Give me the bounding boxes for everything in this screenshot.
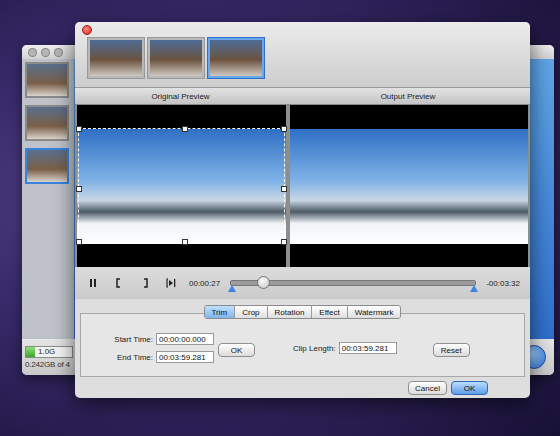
player-controls: 00:00:27 -00:03:32 (75, 267, 530, 299)
video-frame (290, 129, 528, 244)
storage-caption: 0.242GB of 4 (25, 360, 75, 369)
mark-in-icon (113, 277, 125, 289)
clip-length: Clip Length: (293, 342, 397, 354)
crop-handle[interactable] (182, 239, 188, 245)
clip-length-label: Clip Length: (293, 344, 336, 353)
start-marker[interactable] (228, 285, 236, 292)
video-list (22, 59, 74, 339)
end-time-label: End Time: (85, 353, 153, 362)
clip-thumbnail[interactable] (147, 37, 205, 79)
tab[interactable]: Crop (234, 306, 266, 318)
preview-headings: Original PreviewOutput Preview (75, 88, 530, 105)
zoom-light[interactable] (54, 48, 63, 57)
end-marker[interactable] (470, 285, 478, 292)
clip-thumbnail[interactable] (207, 37, 265, 79)
crop-handle[interactable] (76, 126, 82, 132)
title-bar (75, 22, 530, 88)
preview-pane (290, 105, 528, 267)
previews (75, 105, 530, 267)
next-frame-icon (165, 277, 177, 289)
storage-reading: 1.0G (38, 347, 55, 357)
crop-frame[interactable] (78, 128, 285, 243)
tab[interactable]: Trim (205, 306, 235, 318)
preview-heading: Output Preview (286, 92, 530, 101)
reset-button[interactable]: Reset (433, 343, 470, 357)
crop-handle[interactable] (281, 126, 287, 132)
edit-tabs: TrimCropRotationEffectWatermark (204, 305, 402, 319)
end-time-field[interactable] (156, 351, 214, 363)
clip-length-field[interactable] (339, 342, 397, 354)
mark-in-button[interactable] (111, 275, 127, 291)
start-time-field[interactable] (156, 333, 214, 345)
next-frame-button[interactable] (163, 275, 179, 291)
crop-handle[interactable] (76, 186, 82, 192)
cancel-button[interactable]: Cancel (408, 381, 447, 395)
desktop: 1.0G0.242GB of 4Original PreviewOutput P… (0, 0, 560, 436)
crop-handle[interactable] (76, 239, 82, 245)
video-frame (77, 129, 286, 244)
dialog-buttons: Cancel OK (75, 377, 530, 398)
remaining-time: -00:03:32 (486, 279, 520, 288)
video-thumbnail[interactable] (25, 105, 69, 141)
tab[interactable]: Effect (311, 306, 346, 318)
start-time-label: Start Time: (85, 335, 153, 344)
storage-meter: 1.0G (25, 346, 73, 358)
ok-button[interactable]: OK (451, 381, 488, 395)
minimize-light[interactable] (41, 48, 50, 57)
clip-thumbnail[interactable] (87, 37, 145, 79)
play-pause-button[interactable] (85, 275, 101, 291)
crop-handle[interactable] (182, 126, 188, 132)
video-thumbnail[interactable] (25, 62, 69, 98)
preview-pane (77, 105, 286, 267)
storage-fill (26, 347, 35, 357)
timeline-slider[interactable] (230, 280, 476, 286)
preview-heading: Original Preview (75, 92, 286, 101)
mark-out-button[interactable] (137, 275, 153, 291)
close-light[interactable] (28, 48, 37, 57)
clip-frame (210, 40, 262, 76)
elapsed-time: 00:00:27 (189, 279, 220, 288)
clip-strip (82, 37, 530, 79)
slider-thumb[interactable] (257, 276, 270, 289)
clip-frame (150, 40, 202, 76)
time-fields: Start Time: End Time: (85, 333, 214, 363)
pause-icon (87, 277, 99, 289)
video-thumbnail[interactable] (25, 148, 69, 184)
edit-dialog: Original PreviewOutput Preview 00:00:27 -0… (75, 22, 530, 398)
apply-wrap: OK (218, 339, 255, 358)
crop-handle[interactable] (281, 186, 287, 192)
mark-out-icon (139, 277, 151, 289)
storage: 1.0G 0.242GB of 4 (25, 346, 75, 369)
clip-frame (90, 40, 142, 76)
close-light[interactable] (82, 25, 92, 35)
apply-button[interactable]: OK (218, 343, 255, 357)
tab[interactable]: Rotation (267, 306, 312, 318)
crop-handle[interactable] (281, 239, 287, 245)
trim-panel: Start Time: End Time: OK Clip Length: Reset (80, 313, 525, 377)
tab[interactable]: Watermark (347, 306, 401, 318)
reset-wrap: Reset (433, 339, 470, 358)
